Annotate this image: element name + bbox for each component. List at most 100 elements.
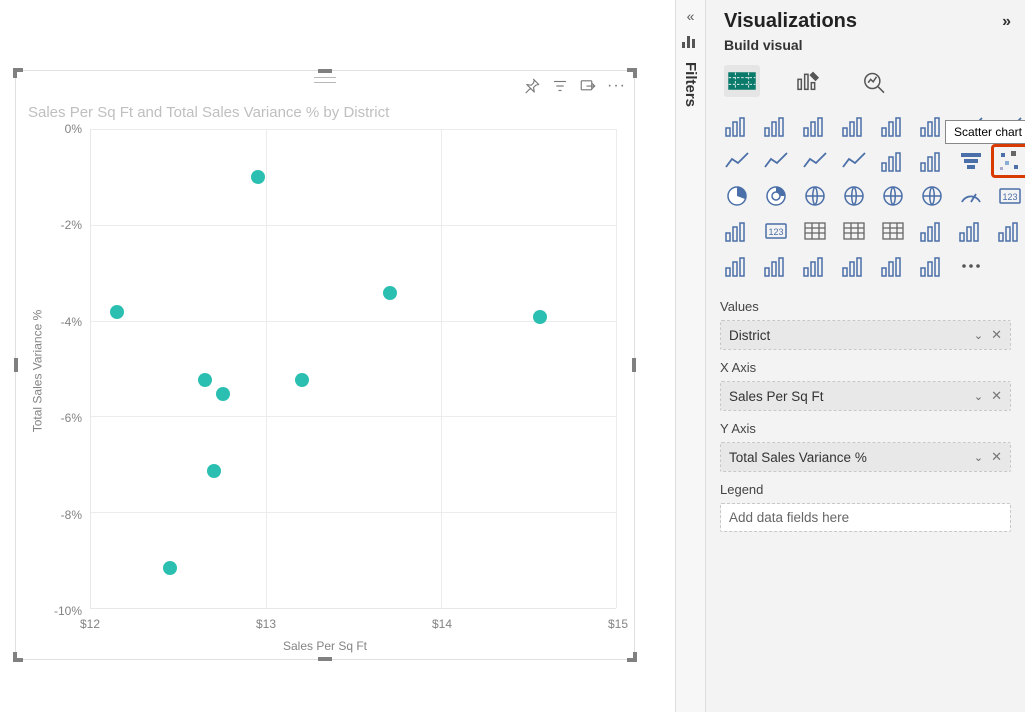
y-tick-label: -10% [54,604,82,618]
values-field-well[interactable]: District ⌄✕ [721,321,1010,349]
field-menu-chevron-icon[interactable]: ⌄ [974,390,983,403]
data-point[interactable] [216,387,230,401]
xaxis-section-title: X Axis [720,360,1011,375]
pane-title: Visualizations [724,10,857,33]
build-visual-tab[interactable] [724,65,760,97]
y-tick-label: -2% [61,218,82,232]
viz-type-card[interactable]: 123 [993,181,1025,211]
more-options-icon[interactable]: ··· [607,81,626,91]
resize-handle[interactable] [13,658,23,662]
viz-type-100-stacked-bar[interactable] [876,111,910,141]
tooltip: Scatter chart [945,120,1025,144]
viz-type-gauge[interactable] [954,181,988,211]
visualizations-pane: Visualizations » Build visual Scatter ch… [705,0,1025,712]
viz-type-power-apps[interactable] [876,251,910,281]
values-section-title: Values [720,299,1011,314]
data-point[interactable] [207,464,221,478]
field-placeholder: Add data fields here [729,510,849,525]
legend-section-title: Legend [720,482,1011,497]
filter-icon[interactable] [551,77,569,95]
viz-type-stacked-column[interactable] [759,111,793,141]
y-tick-label: -8% [61,508,82,522]
data-point[interactable] [198,373,212,387]
viz-type-line-chart[interactable] [720,146,754,176]
viz-type-key-influencers[interactable] [993,216,1025,246]
collapse-chevron-icon[interactable]: « [687,8,695,24]
viz-type-treemap[interactable] [798,181,832,211]
yaxis-field-well[interactable]: Total Sales Variance % ⌄✕ [721,443,1010,471]
viz-type-funnel[interactable] [954,146,988,176]
viz-type-area-stacked[interactable] [837,146,871,176]
viz-type-scatter[interactable]: Scatter chart [993,146,1025,176]
expand-chevron-icon[interactable]: » [1002,13,1011,31]
viz-type-slicer[interactable] [798,216,832,246]
resize-handle[interactable] [627,68,637,72]
viz-type-clustered-bar[interactable] [798,111,832,141]
resize-handle[interactable] [318,69,332,73]
x-tick-label: $15 [608,617,628,631]
field-label: Sales Per Sq Ft [729,389,824,404]
data-point[interactable] [163,561,177,575]
viz-type-r-visual[interactable] [915,216,949,246]
remove-field-icon[interactable]: ✕ [991,327,1002,343]
filters-collapsed-rail[interactable]: « Filters [675,0,705,712]
viz-type-table[interactable] [837,216,871,246]
viz-type-py-visual[interactable] [954,216,988,246]
data-point[interactable] [533,310,547,324]
data-point[interactable] [383,286,397,300]
viz-type-decomposition[interactable] [720,251,754,281]
data-point[interactable] [251,170,265,184]
y-tick-label: -4% [61,315,82,329]
resize-handle[interactable] [632,358,636,372]
legend-field-well[interactable]: Add data fields here [721,504,1010,531]
viz-type-azure-map[interactable] [915,181,949,211]
y-axis-title: Total Sales Variance % [30,310,44,433]
xaxis-field-well[interactable]: Sales Per Sq Ft ⌄ ✕ [721,382,1010,410]
viz-type-power-automate[interactable] [915,251,949,281]
data-point[interactable] [110,305,124,319]
resize-handle[interactable] [14,358,18,372]
viz-type-ribbon[interactable] [876,146,910,176]
scatter-visual-container[interactable]: ··· Sales Per Sq Ft and Total Sales Vari… [15,70,635,660]
viz-type-map[interactable] [837,181,871,211]
viz-type-gallery: Scatter chart 123 123 [706,111,1025,291]
viz-type-donut[interactable] [759,181,793,211]
viz-type-paginated[interactable] [837,251,871,281]
filters-icon[interactable] [682,34,700,48]
viz-type-stacked-bar[interactable] [720,111,754,141]
drag-handle[interactable] [314,77,336,83]
viz-type-matrix[interactable] [876,216,910,246]
x-tick-label: $12 [80,617,100,631]
viz-type-narrative[interactable] [798,251,832,281]
viz-type-multi-row[interactable] [720,216,754,246]
x-axis-title: Sales Per Sq Ft [283,639,367,653]
data-point[interactable] [295,373,309,387]
resize-handle[interactable] [318,657,332,661]
chart-title: Sales Per Sq Ft and Total Sales Variance… [28,104,389,121]
filters-label[interactable]: Filters [682,62,699,107]
viz-type-line-clustered[interactable] [798,146,832,176]
format-visual-tab[interactable] [790,65,826,97]
viz-type-waterfall[interactable] [915,146,949,176]
viz-type-filled-map[interactable] [876,181,910,211]
focus-mode-icon[interactable] [579,77,597,95]
x-tick-label: $14 [432,617,452,631]
viz-type-pie[interactable] [720,181,754,211]
viz-type-clustered-column[interactable] [837,111,871,141]
viz-type-more[interactable] [954,251,988,281]
y-tick-label: 0% [65,122,82,136]
pin-icon[interactable] [523,77,541,95]
remove-field-icon[interactable]: ✕ [991,388,1002,404]
field-menu-chevron-icon[interactable]: ⌄ [974,329,983,342]
resize-handle[interactable] [13,68,23,72]
resize-handle[interactable] [627,658,637,662]
analytics-tab[interactable] [856,65,892,97]
viz-type-kpi[interactable]: 123 [759,216,793,246]
remove-field-icon[interactable]: ✕ [991,449,1002,465]
yaxis-section-title: Y Axis [720,421,1011,436]
report-canvas[interactable]: ··· Sales Per Sq Ft and Total Sales Vari… [0,0,675,712]
field-menu-chevron-icon[interactable]: ⌄ [974,451,983,464]
viz-type-qa[interactable] [759,251,793,281]
viz-type-line-stacked[interactable] [759,146,793,176]
viz-type-100-stacked-column[interactable] [915,111,949,141]
